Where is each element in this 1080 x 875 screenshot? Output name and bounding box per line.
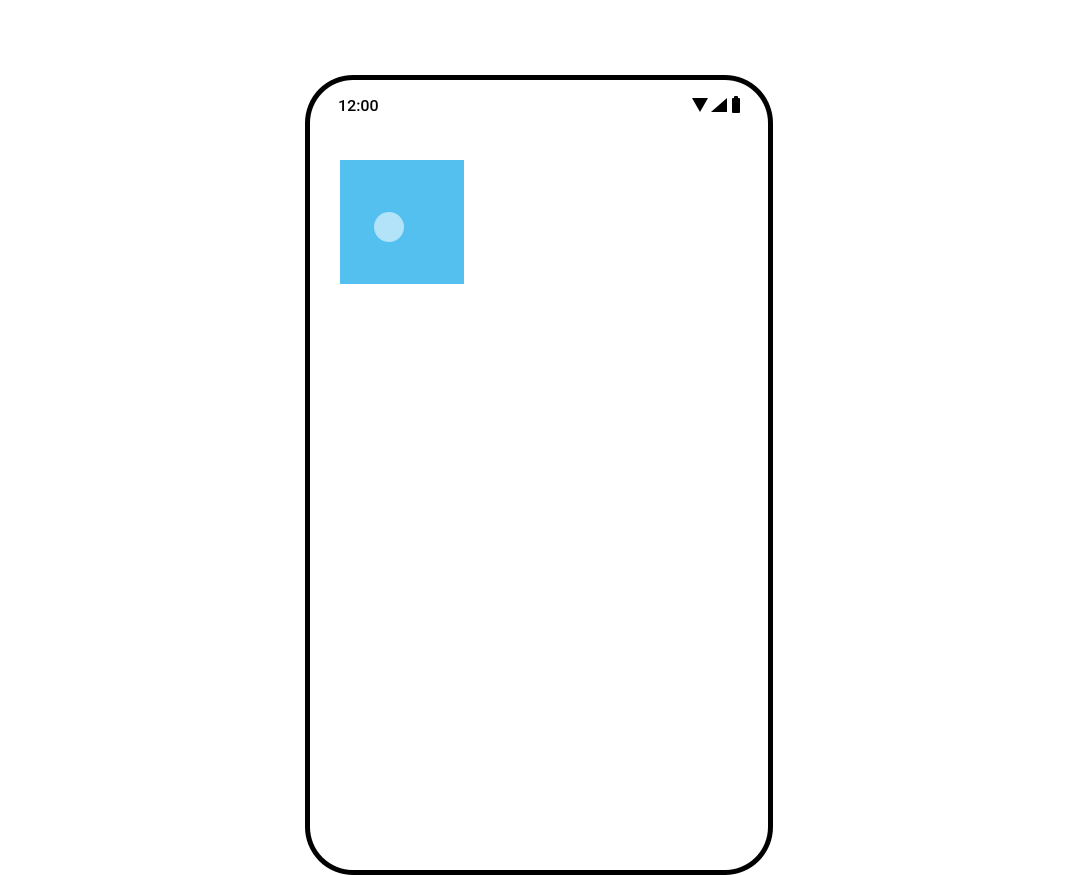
- touch-ripple-indicator: [374, 212, 404, 242]
- battery-icon: [732, 98, 740, 113]
- content-area: [310, 130, 768, 870]
- device-frame: 12:00: [305, 75, 773, 875]
- status-bar: 12:00: [310, 80, 768, 130]
- draggable-box[interactable]: [340, 160, 464, 284]
- status-time: 12:00: [338, 96, 379, 115]
- wifi-icon: [692, 98, 708, 112]
- signal-icon: [711, 98, 727, 112]
- status-icons: [692, 98, 740, 113]
